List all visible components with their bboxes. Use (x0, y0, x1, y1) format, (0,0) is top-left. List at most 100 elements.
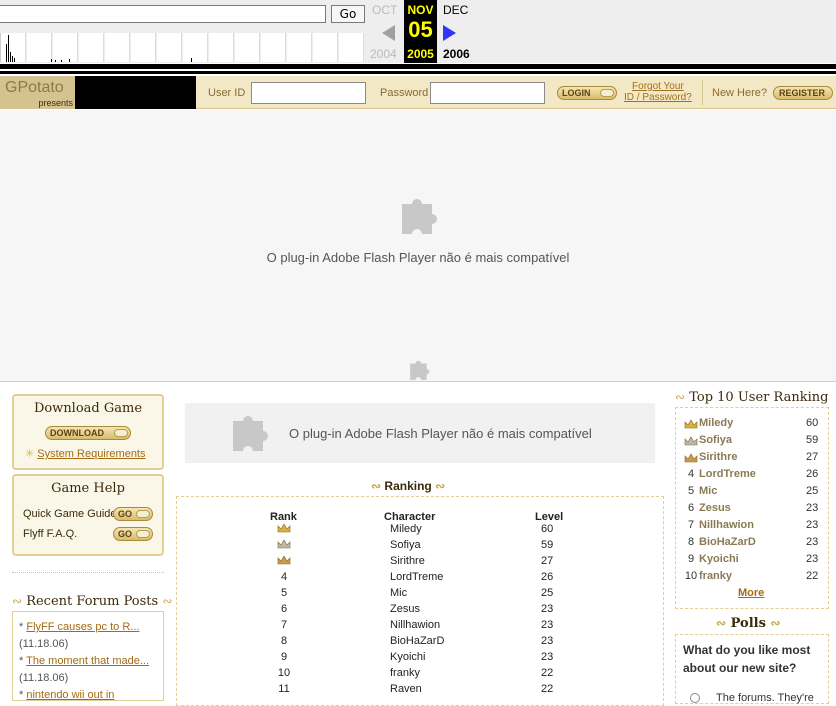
top10-rank (683, 453, 699, 466)
system-requirements-link[interactable]: System Requirements (37, 448, 145, 460)
next-month-label[interactable]: DEC (443, 3, 468, 17)
sparkline-year-cell[interactable] (235, 33, 260, 62)
swirl-icon: ∾ (371, 479, 382, 493)
ranking-level-cell: 27 (541, 555, 554, 567)
top10-name-link[interactable]: LordTreme (699, 468, 756, 480)
gpotato-logo[interactable]: GPotato presents (0, 76, 75, 109)
ranking-character-cell[interactable]: Sofiya (390, 539, 421, 551)
top10-rank: 7 (687, 519, 695, 531)
new-here-label: New Here? (712, 87, 768, 99)
top10-name-link[interactable]: Miledy (699, 417, 733, 429)
sparkline-year-cell[interactable] (53, 33, 78, 62)
flash-placeholder-main[interactable]: O plug-in Adobe Flash Player não é mais … (0, 110, 836, 382)
wayback-go-button[interactable]: Go (331, 5, 365, 23)
forum-post-link[interactable]: FlyFF causes pc to R... (26, 621, 139, 633)
current-capture-box: NOV 05 2005 (404, 0, 437, 63)
top10-rank: 4 (687, 468, 695, 480)
top10-title-text: Top 10 User Ranking (689, 390, 829, 405)
ranking-rank-cell: 9 (280, 651, 288, 663)
forum-post-link[interactable]: nintendo wii out in (26, 689, 114, 701)
sparkline-year-cell[interactable] (131, 33, 156, 62)
wayback-sparkline[interactable] (0, 33, 365, 62)
silver-crown-icon (684, 436, 698, 446)
logo-black-block (75, 76, 196, 109)
top10-name-link[interactable]: Zesus (699, 502, 731, 514)
top10-name-link[interactable]: BioHaZarD (699, 536, 756, 548)
bronze-crown-icon (277, 555, 291, 565)
swirl-icon: ∾ (162, 594, 173, 608)
sparkline-year-cell[interactable] (79, 33, 104, 62)
ranking-level-cell: 25 (541, 587, 554, 599)
ranking-character-cell[interactable]: Kyoichi (390, 651, 425, 663)
forum-post[interactable]: * FlyFF causes pc to R... (19, 621, 139, 633)
next-year-label[interactable]: 2006 (443, 47, 470, 61)
password-label: Password (380, 87, 429, 99)
flash-unsupported-message: O plug-in Adobe Flash Player não é mais … (289, 426, 592, 441)
forum-title-text: Recent Forum Posts (26, 594, 159, 609)
top10-name-link[interactable]: Sirithre (699, 451, 738, 463)
silver-crown-icon (277, 539, 291, 549)
top10-rank: 8 (687, 536, 695, 548)
top10-name-link[interactable]: Kyoichi (699, 553, 739, 565)
login-button[interactable]: LOGIN (557, 86, 617, 100)
poll-radio-1[interactable] (690, 693, 700, 703)
flash-placeholder-banner[interactable]: O plug-in Adobe Flash Player não é mais … (185, 403, 655, 463)
sparkline-year-cell[interactable] (339, 33, 364, 62)
top10-rank (683, 436, 699, 449)
top10-level: 27 (806, 451, 819, 463)
top10-name-link[interactable]: Mic (699, 485, 717, 497)
sparkline-year-cell[interactable] (157, 33, 182, 62)
sparkline-capture-bar (191, 58, 192, 62)
ranking-character-cell[interactable]: Sirithre (390, 555, 425, 567)
top10-name-link[interactable]: Sofiya (699, 434, 732, 446)
ranking-character-cell[interactable]: LordTreme (390, 571, 443, 583)
faq-go-button[interactable]: GO (113, 527, 153, 541)
top10-level: 23 (806, 519, 819, 531)
password-input[interactable] (430, 82, 545, 104)
sparkline-capture-bar (51, 59, 52, 62)
ranking-rank-cell (277, 539, 291, 552)
user-id-input[interactable] (251, 82, 366, 104)
logo-subtitle: presents (38, 98, 73, 108)
sparkline-year-cell[interactable] (105, 33, 130, 62)
prev-capture-arrow-icon[interactable] (382, 25, 395, 41)
forum-post[interactable]: * The moment that made... (19, 655, 149, 667)
sparkline-year-cell[interactable] (183, 33, 208, 62)
quick-guide-go-button[interactable]: GO (113, 507, 153, 521)
ranking-character-cell[interactable]: Zesus (390, 603, 420, 615)
sparkline-year-cell[interactable] (27, 33, 52, 62)
forum-post[interactable]: * nintendo wii out in (19, 689, 114, 701)
ranking-character-cell[interactable]: Raven (390, 683, 422, 695)
register-button[interactable]: REGISTER (773, 86, 833, 100)
ranking-character-cell[interactable]: Miledy (390, 523, 422, 535)
prev-year-label[interactable]: 2004 (370, 47, 397, 61)
ranking-title-text: Ranking (384, 479, 432, 493)
sparkline-year-cell[interactable] (313, 33, 338, 62)
sparkline-year-cell[interactable] (261, 33, 286, 62)
forum-posts-list: * FlyFF causes pc to R... (11.18.06) * T… (12, 611, 164, 701)
ranking-level-cell: 23 (541, 635, 554, 647)
ranking-character-cell[interactable]: BioHaZarD (390, 635, 444, 647)
forgot-password-link[interactable]: Forgot Your ID / Password? (624, 81, 692, 103)
top10-more-link[interactable]: More (738, 587, 764, 599)
polls-title-text: Polls (730, 616, 766, 631)
ranking-character-cell[interactable]: Mic (390, 587, 407, 599)
sparkline-capture-bar (55, 60, 56, 62)
sparkline-capture-bar (12, 56, 13, 62)
ranking-character-cell[interactable]: franky (390, 667, 420, 679)
polls-title: ∾ Polls ∾ (716, 616, 780, 631)
prev-month-label[interactable]: OCT (372, 3, 397, 17)
next-capture-arrow-icon[interactable] (443, 25, 456, 41)
top10-name-link[interactable]: Nillhawion (699, 519, 754, 531)
sparkline-year-cell[interactable] (209, 33, 234, 62)
top10-rank: 5 (687, 485, 695, 497)
download-button[interactable]: DOWNLOAD (45, 426, 131, 440)
login-button-label: LOGIN (562, 88, 591, 98)
ranking-character-cell[interactable]: Nillhawion (390, 619, 440, 631)
forum-post-link[interactable]: The moment that made... (26, 655, 149, 667)
wayback-url-input[interactable] (0, 5, 326, 23)
sparkline-capture-bar (10, 52, 11, 62)
top10-rank (683, 419, 699, 432)
top10-name-link[interactable]: franky (699, 570, 732, 582)
sparkline-year-cell[interactable] (287, 33, 312, 62)
